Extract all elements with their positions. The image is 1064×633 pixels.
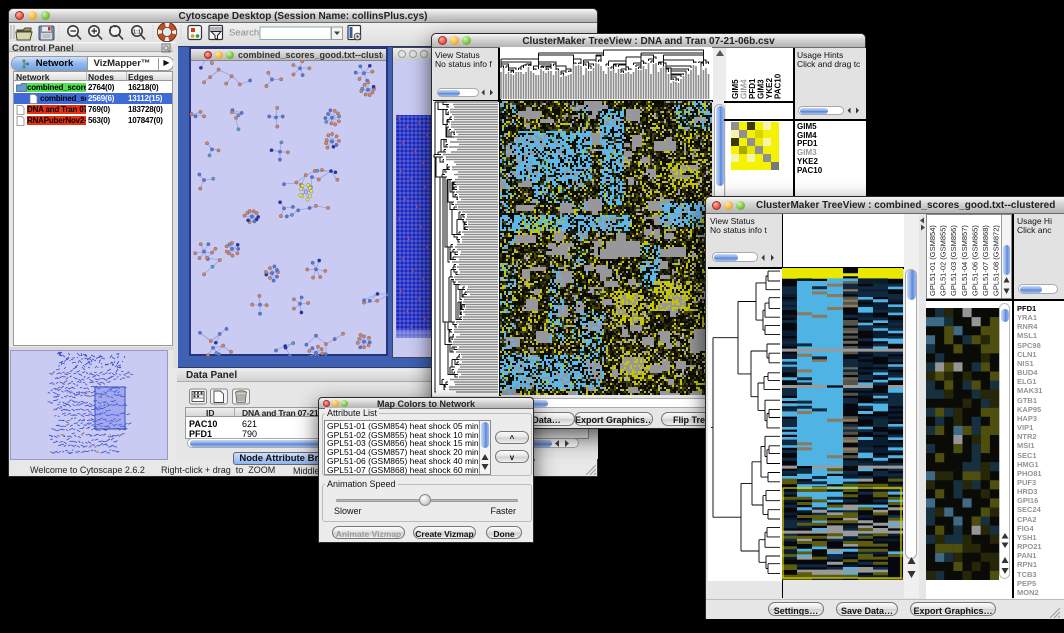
svg-text:GPL51-06 (GSM865): GPL51-06 (GSM865)	[970, 225, 979, 296]
svg-text:GPL51-03 (GSM856): GPL51-03 (GSM856)	[949, 225, 958, 296]
svg-text:1:1: 1:1	[133, 30, 141, 36]
svg-text:GPL51-04 (GSM857): GPL51-04 (GSM857)	[960, 225, 969, 296]
svg-text:GPL51-08 (GSM872): GPL51-08 (GSM872)	[992, 225, 1001, 296]
svg-text:GPL51-07 (GSM868): GPL51-07 (GSM868)	[981, 225, 990, 296]
svg-text:GPL51-01 (GSM854): GPL51-01 (GSM854)	[928, 225, 937, 296]
svg-text:GPL51-02 (GSM855): GPL51-02 (GSM855)	[939, 225, 948, 296]
svg-text:PAC10: PAC10	[774, 73, 783, 99]
svg-text:Search:: Search:	[229, 28, 262, 39]
